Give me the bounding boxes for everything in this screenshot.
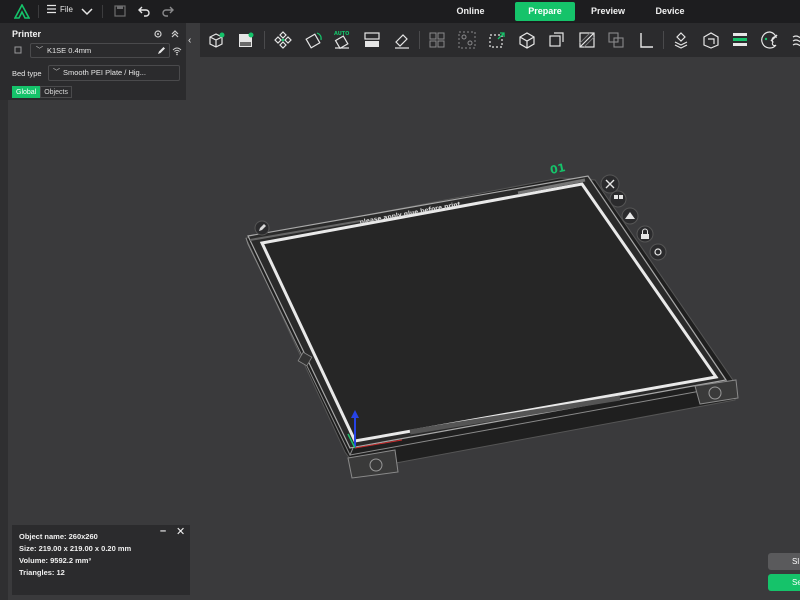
object-volume: Volume: 9592.2 mm³: [19, 556, 91, 565]
plate-lock-button[interactable]: [636, 225, 654, 243]
minimize-icon[interactable]: –: [160, 525, 166, 537]
plate-number: 01: [549, 161, 567, 177]
build-plate-viewport[interactable]: please apply glue before print 01: [0, 0, 800, 600]
object-name: Object name: 260x260: [19, 532, 98, 541]
send-print-button[interactable]: Se: [768, 574, 800, 591]
plate-orient-button[interactable]: [621, 207, 639, 225]
plate-close-button[interactable]: [600, 174, 620, 194]
object-size: Size: 219.00 x 219.00 x 0.20 mm: [19, 544, 132, 553]
plate-settings-button[interactable]: [649, 243, 667, 261]
plate-arrange-button[interactable]: [609, 190, 627, 208]
object-triangles: Triangles: 12: [19, 568, 65, 577]
close-icon[interactable]: ✕: [176, 525, 185, 538]
slice-all-button[interactable]: Sl: [768, 553, 800, 570]
object-info-panel: Object name: 260x260 Size: 219.00 x 219.…: [12, 525, 190, 595]
plate-edit-button[interactable]: [254, 220, 270, 236]
